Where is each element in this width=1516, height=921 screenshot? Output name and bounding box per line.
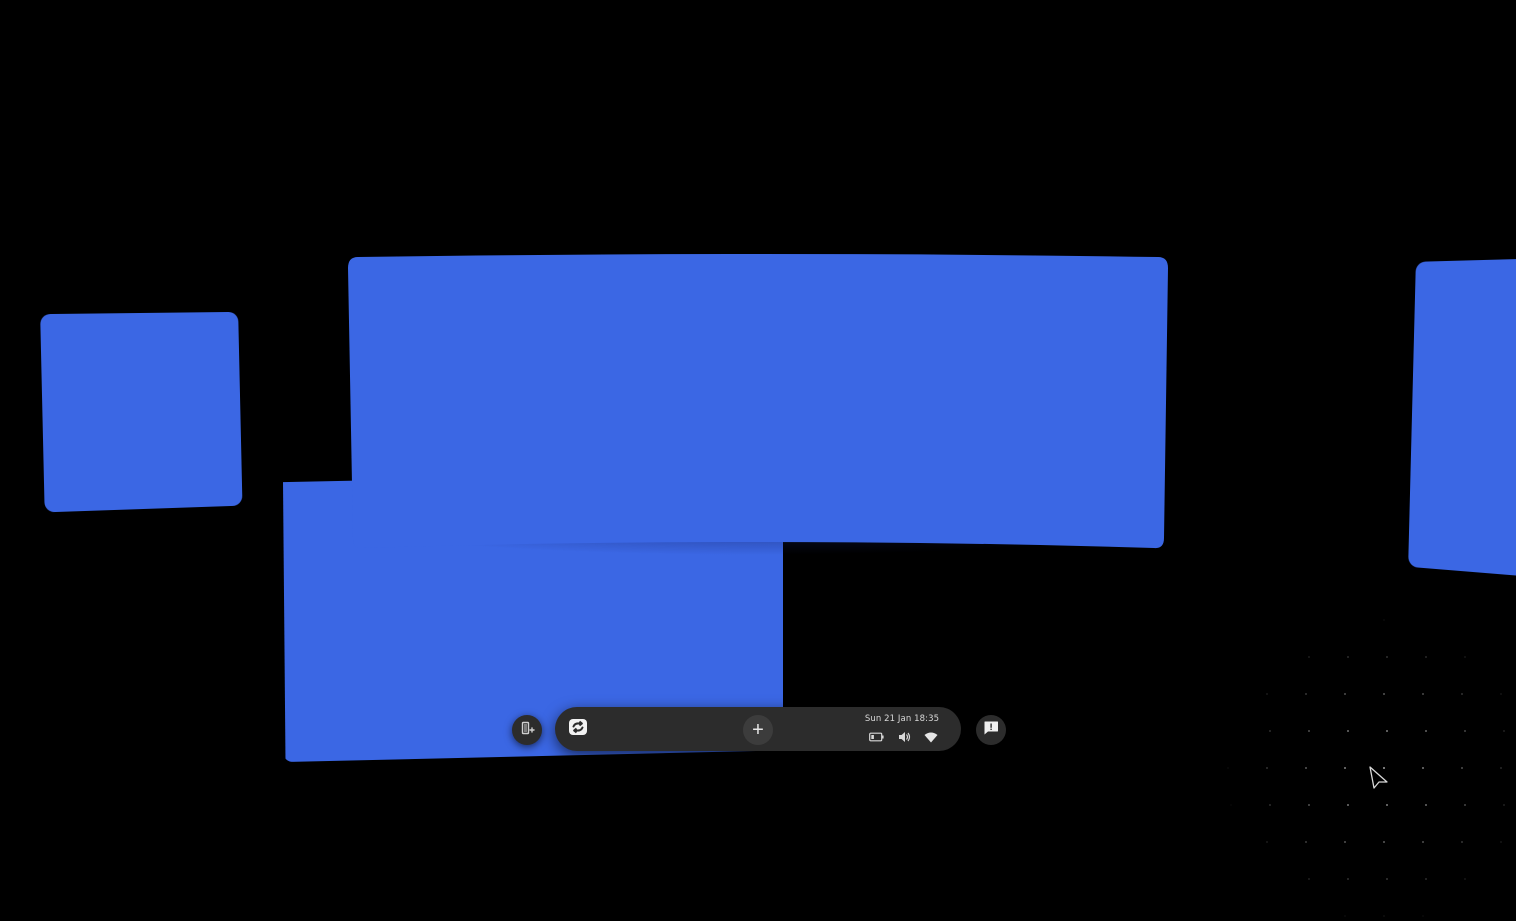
grid-dot <box>1425 730 1427 732</box>
wifi-icon[interactable] <box>923 730 939 744</box>
grid-dot <box>1386 730 1388 732</box>
grid-dot <box>1386 878 1388 880</box>
grid-dot <box>1344 915 1346 917</box>
grid-dot <box>1266 767 1268 769</box>
grid-dot <box>1425 878 1427 880</box>
grid-dot <box>1347 804 1349 806</box>
dot-grid-decoration <box>1210 600 1516 921</box>
grid-dot <box>1305 693 1307 695</box>
grid-dot <box>1230 804 1232 806</box>
add-icon: + <box>752 719 764 741</box>
grid-dot <box>1269 730 1271 732</box>
grid-dot <box>1422 841 1424 843</box>
grid-dot <box>1461 841 1463 843</box>
grid-dot <box>1425 656 1427 658</box>
grid-dot <box>1347 656 1349 658</box>
app-switch-icon <box>567 716 589 743</box>
launcher-button[interactable] <box>512 715 542 745</box>
grid-dot <box>1422 767 1424 769</box>
add-button[interactable]: + <box>743 715 773 745</box>
mouse-pointer-icon <box>1368 765 1390 791</box>
volume-icon[interactable] <box>896 730 912 744</box>
app-switch-button[interactable] <box>565 716 591 742</box>
grid-dot <box>1383 693 1385 695</box>
desktop: + Sun 21 Jan 18:35 <box>0 0 1516 921</box>
grid-dot <box>1464 730 1466 732</box>
grid-dot <box>1383 619 1385 621</box>
grid-dot <box>1386 656 1388 658</box>
grid-dot <box>1308 804 1310 806</box>
grid-dot <box>1308 878 1310 880</box>
grid-dot <box>1464 656 1466 658</box>
grid-dot <box>1503 730 1505 732</box>
grid-dot <box>1425 804 1427 806</box>
grid-dot <box>1383 841 1385 843</box>
window-left[interactable] <box>40 311 243 513</box>
grid-dot <box>1464 804 1466 806</box>
grid-dot <box>1422 693 1424 695</box>
grid-dot <box>1269 804 1271 806</box>
grid-dot <box>1347 730 1349 732</box>
grid-dot <box>1500 841 1502 843</box>
grid-dot <box>1308 656 1310 658</box>
feedback-icon <box>982 719 1000 742</box>
feedback-button[interactable] <box>976 715 1006 745</box>
grid-dot <box>1305 841 1307 843</box>
grid-dot <box>1386 804 1388 806</box>
grid-dot <box>1500 693 1502 695</box>
grid-dot <box>1422 915 1424 917</box>
window-main[interactable] <box>348 254 1168 549</box>
grid-dot <box>1464 878 1466 880</box>
grid-dot <box>1305 767 1307 769</box>
grid-dot <box>1308 730 1310 732</box>
grid-dot <box>1461 767 1463 769</box>
grid-dot <box>1227 767 1229 769</box>
window-right-partial[interactable] <box>1408 257 1516 579</box>
grid-dot <box>1383 915 1385 917</box>
battery-icon[interactable] <box>868 730 884 744</box>
grid-dot <box>1266 693 1268 695</box>
grid-dot <box>1266 841 1268 843</box>
grid-dot <box>1344 767 1346 769</box>
grid-dot <box>1461 693 1463 695</box>
grid-dot <box>1347 878 1349 880</box>
grid-dot <box>1500 767 1502 769</box>
grid-dot <box>1344 841 1346 843</box>
grid-dot <box>1344 693 1346 695</box>
grid-dot <box>1503 804 1505 806</box>
taskbar: + Sun 21 Jan 18:35 <box>555 707 961 751</box>
launcher-icon <box>519 720 535 741</box>
clock-datetime[interactable]: Sun 21 Jan 18:35 <box>857 714 947 724</box>
